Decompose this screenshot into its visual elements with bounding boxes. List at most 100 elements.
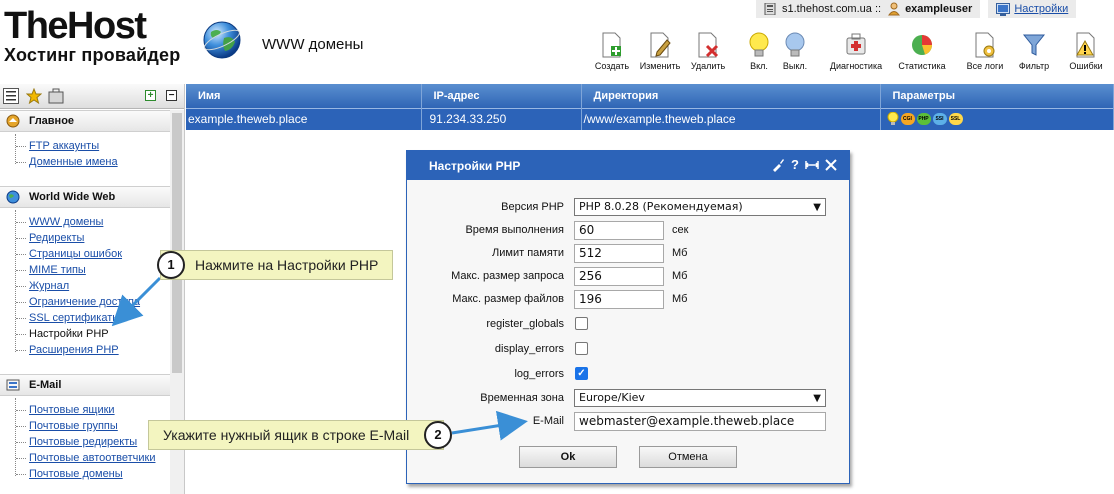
enable-button[interactable]: Вкл.: [742, 32, 776, 71]
sidebar-item-autoresponders[interactable]: Почтовые автоответчики: [0, 450, 170, 466]
edit-button[interactable]: Изменить: [638, 32, 682, 71]
filter-label: Фильтр: [1018, 61, 1050, 71]
upload-max-input[interactable]: 196: [574, 290, 664, 309]
disable-button[interactable]: Выкл.: [778, 32, 812, 71]
row-timezone: Временная зона Europe/Kiev ▼: [407, 389, 849, 409]
sidebar-item-label[interactable]: Страницы ошибок: [29, 248, 122, 260]
sidebar-item-label[interactable]: WWW домены: [29, 216, 103, 228]
callout-2-text: Укажите нужный ящик в строке E-Mail: [163, 427, 410, 443]
callout-1-text: Нажмите на Настройки PHP: [195, 257, 379, 273]
chevron-down-icon: ▼: [813, 393, 821, 404]
cell-ip[interactable]: 91.234.33.250: [421, 107, 582, 130]
sidebar-item-mime[interactable]: MIME типы: [0, 262, 170, 278]
post-max-input[interactable]: 256: [574, 267, 664, 286]
sidebar-item-label[interactable]: Редиректы: [29, 232, 84, 244]
table-row[interactable]: example.theweb.place 91.234.33.250 /www/…: [186, 107, 1114, 130]
sidebar-item-label[interactable]: MIME типы: [29, 264, 86, 276]
section-email-header[interactable]: E-Mail: [0, 374, 170, 396]
brush-icon[interactable]: [771, 158, 785, 172]
sidebar-item-www-domains[interactable]: WWW домены: [0, 214, 170, 230]
sidebar-item-label[interactable]: Расширения PHP: [29, 344, 119, 356]
resize-icon[interactable]: [805, 159, 819, 171]
brand-title: TheHost: [4, 5, 147, 47]
sidebar-item-ftp[interactable]: FTP аккаунты: [0, 138, 170, 154]
sidebar-item-label[interactable]: Настройки PHP: [29, 328, 109, 340]
sidebar-toolbar: + −: [0, 84, 184, 109]
email-field[interactable]: webmaster@example.theweb.place: [574, 412, 826, 431]
star-icon[interactable]: [26, 88, 42, 104]
create-button[interactable]: Создать: [590, 32, 634, 71]
settings-link[interactable]: Настройки: [1014, 3, 1068, 15]
bulb-on-icon: [887, 112, 898, 126]
sidebar-item-label[interactable]: SSL сертификаты: [29, 312, 120, 324]
username[interactable]: exampleuser: [905, 3, 972, 15]
sidebar-item-access[interactable]: Ограничение доступа: [0, 294, 170, 310]
sidebar-item-mail-groups[interactable]: Почтовые группы: [0, 418, 170, 434]
list-view-icon[interactable]: [3, 88, 19, 104]
create-label: Создать: [594, 61, 630, 71]
sidebar-item-label[interactable]: Почтовые редиректы: [29, 436, 137, 448]
sidebar-item-error-pages[interactable]: Страницы ошибок: [0, 246, 170, 262]
sidebar-item-mailboxes[interactable]: Почтовые ящики: [0, 402, 170, 418]
cancel-button[interactable]: Отмена: [639, 446, 737, 468]
memory-limit-label: Лимит памяти: [492, 247, 564, 259]
filter-button[interactable]: Фильтр: [1014, 32, 1054, 71]
timezone-select[interactable]: Europe/Kiev ▼: [574, 389, 826, 407]
section-www-header[interactable]: World Wide Web: [0, 186, 170, 208]
help-icon[interactable]: ?: [791, 157, 799, 172]
log-errors-checkbox[interactable]: ✓: [575, 367, 588, 380]
upload-max-unit: Мб: [672, 293, 688, 305]
errors-button[interactable]: Ошибки: [1066, 32, 1106, 71]
sidebar-item-label[interactable]: Почтовые автоответчики: [29, 452, 155, 464]
statistics-button[interactable]: Статистика: [894, 32, 950, 71]
ok-button[interactable]: Ok: [519, 446, 617, 468]
sidebar-item-label[interactable]: FTP аккаунты: [29, 140, 99, 152]
scrollbar-thumb[interactable]: [172, 113, 182, 373]
chevron-down-icon: ▼: [813, 202, 821, 213]
cell-name[interactable]: example.theweb.place: [186, 107, 422, 130]
errors-label: Ошибки: [1069, 61, 1103, 71]
sidebar-item-php-settings[interactable]: Настройки PHP: [0, 326, 170, 342]
cell-params[interactable]: CGI PHP SSI SSL: [880, 107, 1114, 130]
sidebar-item-label[interactable]: Доменные имена: [29, 156, 118, 168]
row-exec-time: Время выполнения 60 сек: [407, 221, 849, 241]
sidebar-item-mail-domains[interactable]: Почтовые домены: [0, 466, 170, 482]
dialog-titlebar[interactable]: Настройки PHP ?: [407, 151, 849, 180]
col-ip[interactable]: IP-адрес: [421, 84, 582, 108]
exec-time-input[interactable]: 60: [574, 221, 664, 240]
sidebar-item-redirects[interactable]: Редиректы: [0, 230, 170, 246]
row-log-errors: log_errors ✓: [407, 365, 849, 385]
delete-label: Удалить: [690, 61, 726, 71]
memory-limit-unit: Мб: [672, 247, 688, 259]
cell-dir[interactable]: /www/example.theweb.place: [581, 107, 881, 130]
section-main-header[interactable]: Главное: [0, 110, 170, 132]
sidebar-item-label[interactable]: Почтовые группы: [29, 420, 118, 432]
expand-all-icon[interactable]: +: [145, 90, 156, 101]
home-icon: [6, 114, 20, 128]
col-params[interactable]: Параметры: [880, 84, 1114, 108]
dialog-body: Версия PHP PHP 8.0.28 (Рекомендуемая) ▼ В…: [407, 180, 849, 483]
exec-time-unit: сек: [672, 224, 689, 236]
sidebar-item-label[interactable]: Почтовые домены: [29, 468, 123, 480]
sidebar-item-domains[interactable]: Доменные имена: [0, 154, 170, 170]
sidebar-item-mail-redirects[interactable]: Почтовые редиректы: [0, 434, 170, 450]
close-icon[interactable]: [825, 158, 837, 171]
col-dir[interactable]: Директория: [581, 84, 881, 108]
display-errors-checkbox[interactable]: [575, 342, 588, 355]
collapse-all-icon[interactable]: −: [166, 90, 177, 101]
all-logs-button[interactable]: Все логи: [964, 32, 1006, 71]
brand-subtitle: Хостинг провайдер: [4, 45, 181, 65]
php-version-select[interactable]: PHP 8.0.28 (Рекомендуемая) ▼: [574, 198, 826, 216]
sidebar-item-label[interactable]: Почтовые ящики: [29, 404, 115, 416]
sidebar-item-log[interactable]: Журнал: [0, 278, 170, 294]
register-globals-checkbox[interactable]: [575, 317, 588, 330]
briefcase-icon[interactable]: [48, 88, 64, 104]
sidebar-item-ssl[interactable]: SSL сертификаты: [0, 310, 170, 326]
memory-limit-input[interactable]: 512: [574, 244, 664, 263]
sidebar-item-label[interactable]: Ограничение доступа: [29, 296, 140, 308]
delete-button[interactable]: Удалить: [686, 32, 730, 71]
sidebar-item-php-extensions[interactable]: Расширения PHP: [0, 342, 170, 358]
col-name[interactable]: Имя: [186, 84, 422, 108]
diagnostics-button[interactable]: Диагностика: [826, 32, 886, 71]
sidebar-item-label[interactable]: Журнал: [29, 280, 69, 292]
